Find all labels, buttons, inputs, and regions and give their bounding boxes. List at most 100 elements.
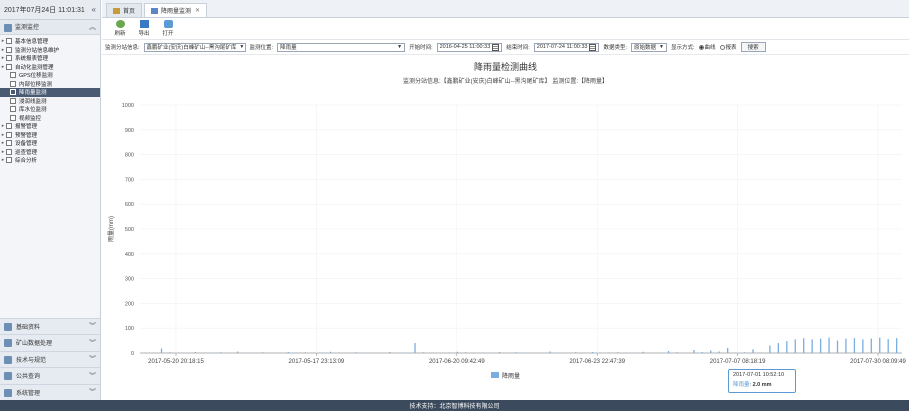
tree-item-label: 浸润线监测 <box>19 98 47 105</box>
y-tick-label: 0 <box>131 351 134 357</box>
type-label: 数据类型: <box>603 45 627 51</box>
tree-item-label: 库水位监测 <box>19 107 47 114</box>
refresh-button[interactable]: 刷新 <box>108 20 132 37</box>
sidebar-tree-item[interactable]: ▸ 预警管理 <box>0 131 100 140</box>
export-icon <box>139 20 149 28</box>
rain-bar <box>549 351 551 353</box>
y-tick-label: 700 <box>125 177 134 183</box>
rain-bar <box>769 345 771 353</box>
tab-home[interactable]: 首页 <box>106 3 143 17</box>
chart-area: 降雨量检测曲线 监测分站信息:【鑫鹏矿业(安庆)白峰矿山--黑沟尾矿库】 监测位… <box>102 55 909 393</box>
radio-label: 曲线 <box>704 45 716 51</box>
bottom-menu-item[interactable]: 技术与规范 ︾ <box>0 350 100 367</box>
type-select[interactable]: 原始数据 ▼ <box>631 42 667 52</box>
refresh-icon <box>115 20 125 28</box>
sidebar-tree-item[interactable]: ▸ 基本信息管理 <box>0 37 100 46</box>
chevron-down-icon[interactable]: ︾ <box>89 321 96 331</box>
bottom-menu-label: 基础资料 <box>16 324 41 331</box>
sidebar-tree-item[interactable]: 降雨量监测 <box>0 88 100 97</box>
rain-bar <box>743 352 746 353</box>
rain-bar <box>591 352 594 353</box>
open-button[interactable]: 打开 <box>156 20 180 37</box>
rain-bar <box>777 343 780 353</box>
x-tick-label: 2017-06-23 22:47:39 <box>569 359 625 365</box>
sidebar-tree-item[interactable]: ▸ 巡查管理 <box>0 148 100 157</box>
search-label: 搜索 <box>747 45 759 51</box>
rain-bar <box>465 352 467 353</box>
sidebar-tree-item[interactable]: ▸ 设备管理 <box>0 139 100 148</box>
rain-bar <box>828 337 830 353</box>
x-tick-label: 2017-07-07 08:18:19 <box>710 359 766 365</box>
export-button[interactable]: 导出 <box>132 20 156 37</box>
rain-bar <box>887 339 889 353</box>
sidebar-tree-item[interactable]: 内部位移监测 <box>0 80 100 89</box>
sidebar-tree-item[interactable]: ▸ 报警管理 <box>0 122 100 131</box>
sidebar-section-title: 监测监控 <box>15 25 40 32</box>
sidebar-tree-item[interactable]: ▸ 监测分站信息维护 <box>0 46 100 55</box>
tooltip-time: 2017-07-01 10:52:10 <box>733 372 785 378</box>
radio-dot <box>719 44 725 50</box>
point-select[interactable]: 降雨量 ▼ <box>277 42 406 52</box>
rain-bar <box>617 352 619 353</box>
calendar-icon[interactable] <box>589 43 597 51</box>
start-date-input[interactable]: 2016-04-25 11:00:33 <box>436 42 503 52</box>
end-date-input[interactable]: 2017-07-24 11:00:33 <box>533 42 600 52</box>
bottom-menu-item[interactable]: 系统管理 ︾ <box>0 383 100 400</box>
bottom-menu-item[interactable]: 公共查询 ︾ <box>0 367 100 384</box>
sidebar-tree-item[interactable]: GPS位移监测 <box>0 71 100 80</box>
chevron-down-icon[interactable]: ︾ <box>89 371 96 381</box>
sidebar-header: 2017年07月24日 11:01:31 « <box>0 0 100 20</box>
folder-icon <box>6 38 12 45</box>
chevron-down-icon[interactable]: ︾ <box>89 338 96 348</box>
legend-label: 降雨量 <box>502 372 520 380</box>
folder-icon <box>10 106 16 113</box>
tree-item-label: 设备管理 <box>15 141 38 148</box>
rain-bar <box>262 352 264 353</box>
footer: 技术支持：北京智博科技有限公司 <box>0 400 909 411</box>
tab-label: 降雨量监测 <box>161 9 192 15</box>
sidebar-tree-item[interactable]: ▸ 综合分析 <box>0 156 100 165</box>
main-content: 首页 降雨量监测 ✕ 刷新 导出 打开 监测分站信息: 鑫鹏矿业(安庆)白峰矿山… <box>102 0 909 400</box>
y-tick-label: 200 <box>125 301 134 307</box>
sidebar-tree-item[interactable]: 视频监控 <box>0 114 100 123</box>
rain-bar <box>220 352 222 353</box>
mode-radio-report[interactable]: 报表 <box>719 43 737 51</box>
chevron-up-icon[interactable]: ︽ <box>89 22 96 32</box>
y-tick-label: 900 <box>125 128 134 134</box>
search-button[interactable]: 搜索 <box>740 42 766 52</box>
rain-bar <box>718 351 720 353</box>
bottom-menu-item[interactable]: 基础资料 ︾ <box>0 317 100 334</box>
sidebar-tree-item[interactable]: 库水位监测 <box>0 105 100 114</box>
tab-rainfall[interactable]: 降雨量监测 ✕ <box>144 3 208 17</box>
menu-icon <box>4 355 12 364</box>
start-date-value: 2016-04-25 11:00:33 <box>439 44 491 50</box>
folder-icon <box>6 157 12 164</box>
sidebar-tree-item[interactable]: ▸ 自动化监测管理 <box>0 63 100 72</box>
mode-radio-curve[interactable]: 曲线 <box>698 43 716 51</box>
rain-bar <box>194 352 196 353</box>
sidebar-section-header[interactable]: 监测监控 ︽ <box>0 20 100 35</box>
bottom-menu-item[interactable]: 矿山数据处理 ︾ <box>0 334 100 351</box>
sidebar-tree-item[interactable]: ▸ 系统报表管理 <box>0 54 100 63</box>
double-chevron-left-icon[interactable]: « <box>92 5 96 14</box>
chart-icon <box>151 7 159 14</box>
calendar-icon[interactable] <box>492 43 500 51</box>
y-tick-label: 100 <box>125 326 134 332</box>
x-tick-label: 2017-06-20 09:42:49 <box>429 359 485 365</box>
station-select[interactable]: 鑫鹏矿业(安庆)白峰矿山--黑沟尾矿库 ▼ <box>143 42 246 52</box>
tab-label: 首页 <box>123 9 136 15</box>
tooltip-series: 降雨量 <box>733 382 750 388</box>
rain-bar <box>794 339 796 353</box>
folder-icon <box>10 80 16 87</box>
legend-swatch <box>491 372 499 378</box>
sidebar-bottom-menu: 基础资料 ︾ 矿山数据处理 ︾ 技术与规范 ︾ 公共查询 ︾ 系统管理 ︾ <box>0 317 100 400</box>
rain-bar <box>786 341 788 353</box>
close-icon[interactable]: ✕ <box>195 7 200 14</box>
chevron-down-icon[interactable]: ︾ <box>89 354 96 364</box>
sidebar-tree-item[interactable]: 浸润线监测 <box>0 97 100 106</box>
dropdown-arrow-icon: ▼ <box>397 44 403 50</box>
tree-item-label: 系统报表管理 <box>15 56 49 63</box>
sidebar: 2017年07月24日 11:01:31 « 监测监控 ︽ ▸ 基本信息管理 ▸ 监测… <box>0 0 101 400</box>
rain-bar <box>498 352 501 353</box>
chevron-down-icon[interactable]: ︾ <box>89 387 96 397</box>
